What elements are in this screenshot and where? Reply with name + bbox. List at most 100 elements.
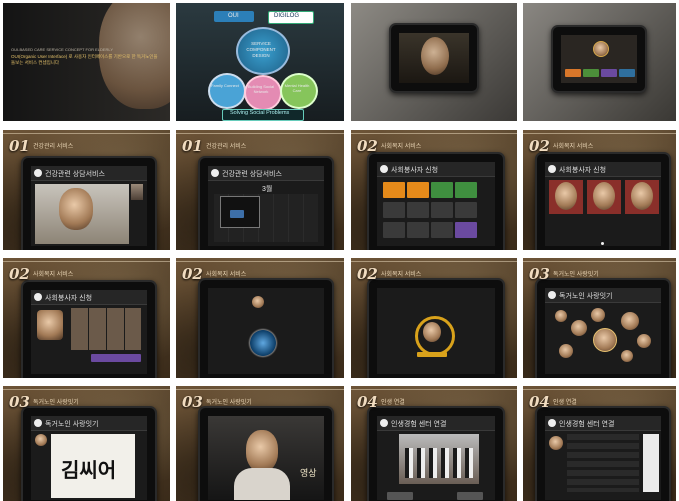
activity-photo-grid[interactable] [71, 308, 141, 350]
panel-health-calendar: 01 건강관리 서비스 건강관련 상담서비스 3월 [176, 130, 344, 250]
caller-face [59, 188, 93, 230]
solving-social-problems-label: Solving Social Problems [230, 110, 290, 116]
user-avatar[interactable] [593, 41, 609, 57]
panel-health-video: 01 건강관리 서비스 건강관련 상담서비스 [3, 130, 170, 250]
section-title: 건강관리 서비스 [33, 144, 74, 150]
menu-button-blue[interactable] [619, 69, 635, 77]
panel-volunteer-award: 02 사회복지 서비스 [351, 258, 517, 378]
category-tile-dark-1[interactable] [383, 202, 405, 218]
message-list[interactable] [567, 434, 639, 492]
tablet-device: 영상 [198, 406, 334, 501]
back-icon[interactable] [380, 165, 388, 173]
app-header: 사회봉사자 신청 [545, 162, 661, 177]
section-title: 사회복지 서비스 [381, 272, 422, 278]
award-portrait [423, 322, 441, 342]
back-icon[interactable] [548, 419, 556, 427]
back-icon[interactable] [548, 165, 556, 173]
category-tile-dark-6[interactable] [407, 222, 429, 238]
volunteer-portrait [37, 310, 63, 340]
screenshot-grid: OUI-BASED CARE SERVICE CONCEPT FOR ELDER… [0, 0, 679, 501]
category-tile-dark-5[interactable] [383, 222, 405, 238]
tablet-device: 독거노인 사랑잇기 [535, 278, 671, 378]
calligraphy-text: 김씨어 [61, 458, 117, 482]
section-title: 독거노인 사랑잇기 [206, 400, 252, 406]
app-header: 사회봉사자 신청 [377, 162, 495, 177]
tablet-device [198, 278, 334, 378]
mental-health-label: Mental Health Care [284, 83, 310, 93]
panel-volunteer-menu: 02 사회복지 서비스 사회봉사자 신청 [351, 130, 517, 250]
popup-confirm-button[interactable] [230, 210, 244, 218]
oui-label: OUI [228, 13, 239, 19]
apply-button[interactable] [91, 354, 141, 362]
elder-bubble-4[interactable] [621, 312, 639, 330]
section-number: 01 [9, 137, 30, 155]
category-tile-orange-1[interactable] [383, 182, 405, 198]
section-title: 인생 연결 [381, 400, 405, 406]
section-number: 01 [182, 137, 203, 155]
category-tile-dark-7[interactable] [431, 222, 453, 238]
category-tile-dark-4[interactable] [455, 202, 477, 218]
poster-avatar [549, 436, 563, 450]
hands-tablet-panel-1 [351, 3, 517, 121]
prev-button[interactable] [387, 492, 413, 500]
screen-title: 독거노인 사랑잇기 [559, 293, 613, 300]
page-indicator[interactable] [601, 242, 604, 245]
back-icon[interactable] [211, 169, 219, 177]
back-icon[interactable] [548, 291, 556, 299]
tablet-device: 사회봉사자 신청 [367, 152, 505, 250]
back-icon[interactable] [34, 293, 42, 301]
section-number: 03 [529, 265, 550, 283]
screen-title: 인생경험 센터 연결 [391, 421, 447, 428]
category-tile-dark-2[interactable] [407, 202, 429, 218]
elder-bubble-center[interactable] [593, 328, 617, 352]
category-tile-dark-3[interactable] [431, 202, 453, 218]
category-tile-green-1[interactable] [431, 182, 453, 198]
elder-video-face [246, 430, 278, 472]
section-number: 02 [529, 137, 550, 155]
elder-bubble-6[interactable] [559, 344, 573, 358]
section-title: 독거노인 사랑잇기 [33, 400, 79, 406]
app-header: 독거노인 사랑잇기 [31, 416, 147, 431]
category-tile-purple[interactable] [455, 222, 477, 238]
section-title: 사회복지 서비스 [206, 272, 247, 278]
call-button[interactable] [248, 328, 278, 358]
tablet-device: 독거노인 사랑잇기 김씨어 [21, 406, 157, 501]
section-number: 02 [9, 265, 30, 283]
app-header: 건강관련 상담서비스 [208, 166, 324, 181]
next-button[interactable] [457, 492, 483, 500]
elder-bubble-7[interactable] [621, 350, 633, 362]
tablet-device: 인생경험 센터 연결 [535, 406, 671, 501]
tablet-device [551, 25, 647, 93]
section-title: 인생 연결 [553, 400, 577, 406]
section-number: 02 [182, 265, 203, 283]
group-people [405, 448, 473, 478]
calendar-month: 3월 [262, 186, 273, 193]
category-tile-green-2[interactable] [455, 182, 477, 198]
video-call-thumbnail[interactable] [131, 184, 143, 200]
caller-avatar [252, 296, 264, 308]
screen-title: 사회봉사자 신청 [559, 167, 607, 174]
tablet-device: 건강관련 상담서비스 3월 [198, 156, 334, 250]
back-icon[interactable] [34, 169, 42, 177]
video-caption: 영상 [300, 468, 317, 478]
menu-button-green[interactable] [583, 69, 599, 77]
elder-bubble-5[interactable] [637, 334, 651, 348]
app-header: 건강관련 상담서비스 [31, 166, 147, 181]
elder-bubble-2[interactable] [571, 320, 587, 336]
elder-bubble-3[interactable] [591, 308, 605, 322]
back-icon[interactable] [34, 419, 42, 427]
menu-button-orange[interactable] [565, 69, 581, 77]
message-preview[interactable] [643, 434, 659, 492]
concept-diagram-panel: OUI DIGILOG SERVICE COMPONENT DESIGN Fam… [176, 3, 344, 121]
section-number: 03 [182, 393, 203, 411]
elder-bubble-1[interactable] [555, 310, 567, 322]
back-icon[interactable] [380, 419, 388, 427]
section-title: 사회복지 서비스 [381, 144, 422, 150]
volunteer-face-3 [631, 182, 653, 210]
elderly-portrait [421, 37, 449, 75]
section-title: 사회복지 서비스 [33, 272, 74, 278]
menu-button-purple[interactable] [601, 69, 617, 77]
category-tile-orange-2[interactable] [407, 182, 429, 198]
tablet-device: 건강관련 상담서비스 [21, 156, 157, 250]
award-label-bar [417, 352, 447, 357]
